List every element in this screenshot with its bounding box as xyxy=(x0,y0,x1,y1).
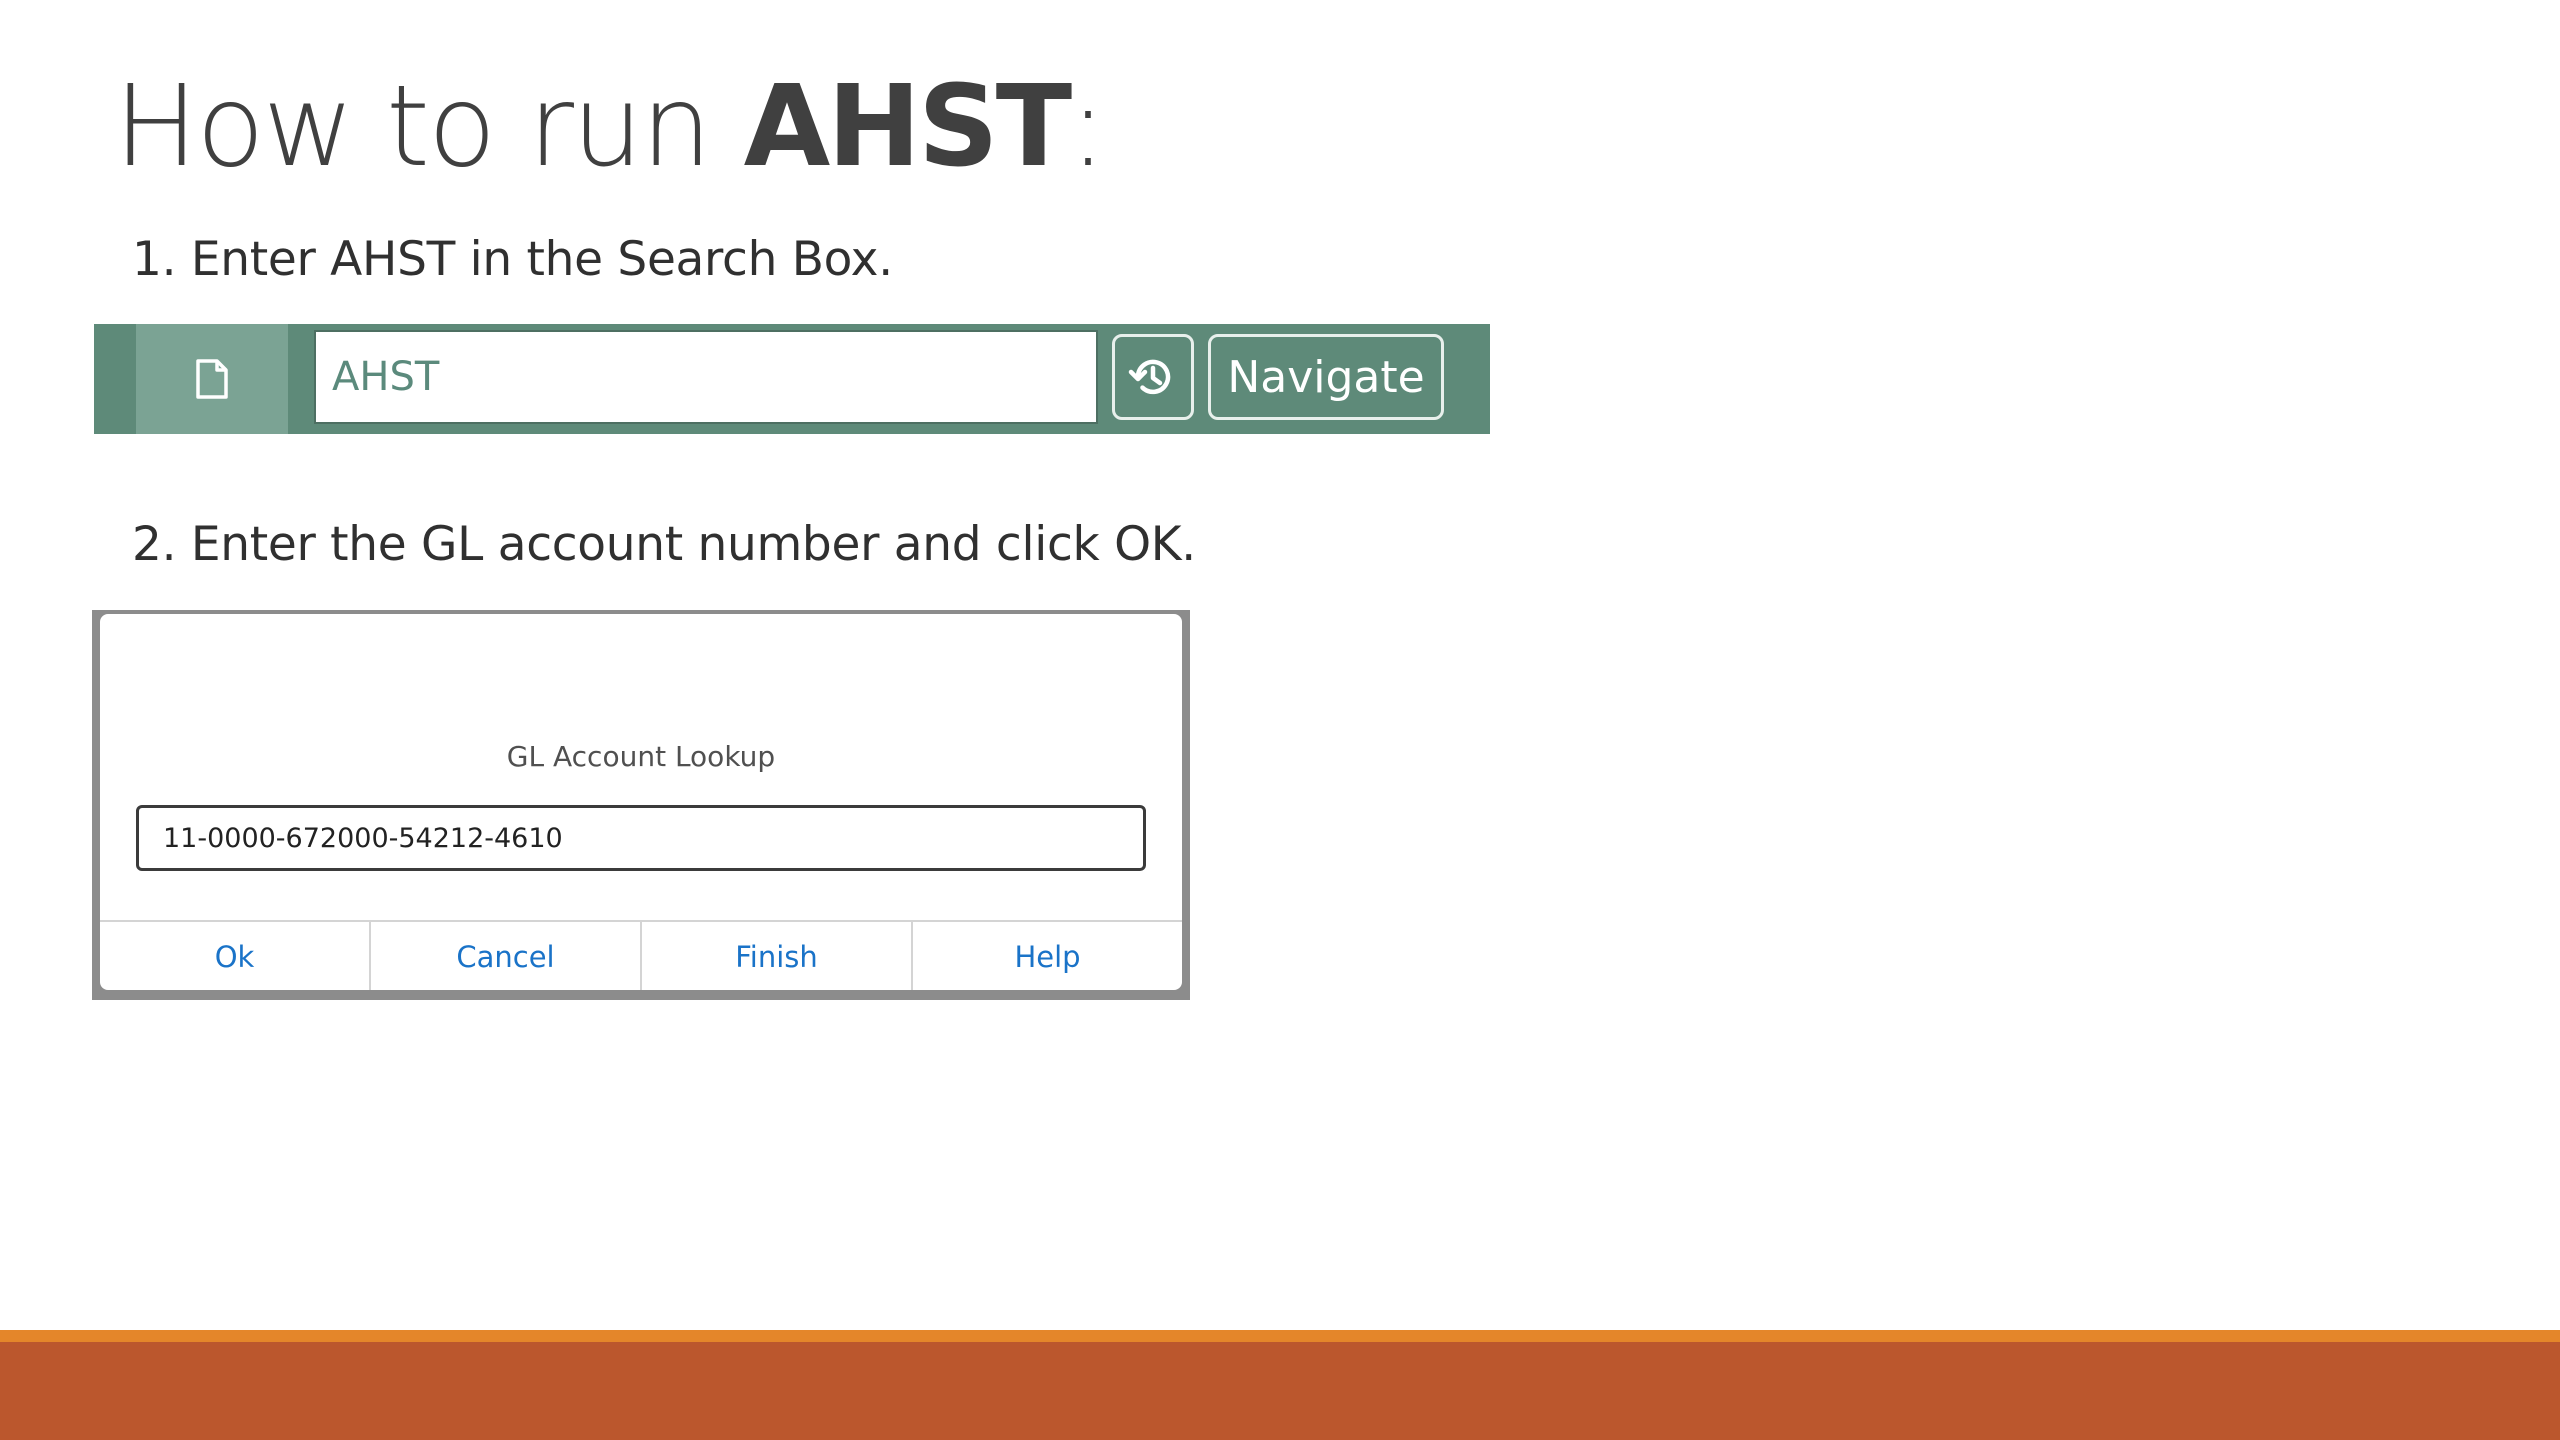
cancel-button[interactable]: Cancel xyxy=(371,922,642,990)
gl-account-input[interactable] xyxy=(136,805,1146,871)
ok-button[interactable]: Ok xyxy=(100,922,371,990)
gl-account-lookup-dialog: GL Account Lookup Ok Cancel Finish Help xyxy=(100,614,1182,990)
document-button[interactable] xyxy=(136,324,288,434)
title-suffix: : xyxy=(1069,62,1107,192)
dialog-button-row: Ok Cancel Finish Help xyxy=(100,920,1182,990)
search-input[interactable] xyxy=(314,330,1098,424)
slide-title: How to run AHST: xyxy=(114,62,1107,192)
step-2-text: 2. Enter the GL account number and click… xyxy=(132,517,1196,572)
dialog-title: GL Account Lookup xyxy=(506,740,776,773)
step-1-text: 1. Enter AHST in the Search Box. xyxy=(132,232,893,287)
search-bar: Navigate xyxy=(94,324,1490,434)
title-prefix: How to run xyxy=(114,62,744,192)
title-bold: AHST xyxy=(743,62,1072,192)
footer-band xyxy=(0,1342,2560,1440)
footer-accent-line xyxy=(0,1330,2560,1342)
dialog-frame: GL Account Lookup Ok Cancel Finish Help xyxy=(92,610,1190,1000)
navigate-button[interactable]: Navigate xyxy=(1208,334,1444,420)
history-button[interactable] xyxy=(1112,334,1194,420)
document-icon xyxy=(196,359,228,399)
help-button[interactable]: Help xyxy=(913,922,1182,990)
history-icon xyxy=(1128,359,1171,395)
finish-button[interactable]: Finish xyxy=(642,922,913,990)
